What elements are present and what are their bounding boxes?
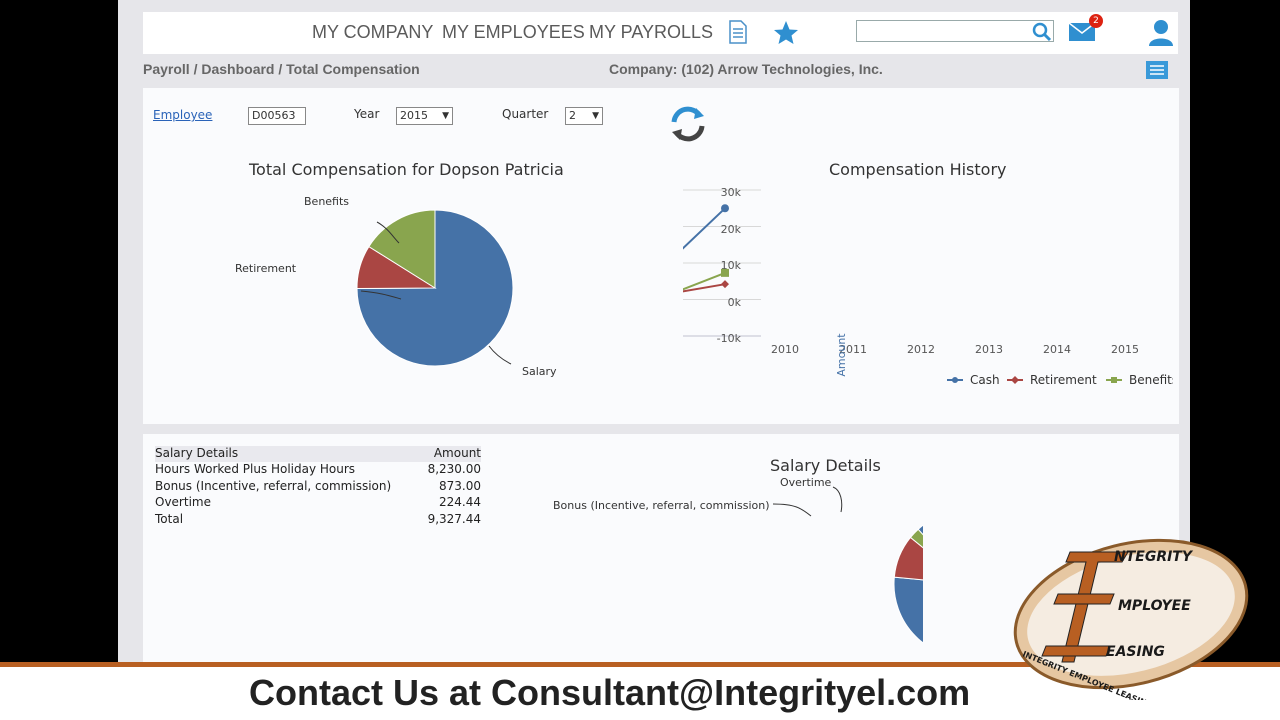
breadcrumb: Payroll / Dashboard / Total Compensation bbox=[143, 61, 420, 77]
table-cell-label: Bonus (Incentive, referral, commission) bbox=[155, 478, 392, 493]
x-tick-label: 2014 bbox=[1043, 343, 1071, 356]
table-header-row: Salary Details Amount bbox=[155, 446, 481, 463]
pie1-label-retirement: Retirement bbox=[235, 262, 297, 275]
year-select-value: 2015 bbox=[400, 109, 428, 122]
legend-cash-label: Cash bbox=[970, 373, 1000, 387]
pie2-label-overtime: Overtime bbox=[780, 476, 832, 489]
logo-line-2: MPLOYEE bbox=[1118, 598, 1191, 614]
table-row: Bonus (Incentive, referral, commission) … bbox=[155, 479, 481, 495]
top-navigation: MY COMPANY MY EMPLOYEES MY PAYROLLS 2 bbox=[143, 12, 1178, 54]
employee-id-value: D00563 bbox=[252, 109, 296, 122]
quarter-select-value: 2 bbox=[569, 109, 576, 122]
search-input[interactable] bbox=[856, 20, 1054, 42]
mail-badge: 2 bbox=[1089, 14, 1103, 28]
x-tick-label: 2015 bbox=[1111, 343, 1139, 356]
logo-line-3: EASING bbox=[1106, 644, 1165, 660]
table-cell-amount: 8,230.00 bbox=[427, 462, 481, 477]
history-legend: Cash Retirement Benefits bbox=[947, 373, 1173, 387]
table-cell-label: Hours Worked Plus Holiday Hours bbox=[155, 462, 356, 477]
search-icon[interactable] bbox=[1032, 22, 1052, 42]
y-tick-label: 0k bbox=[728, 296, 742, 309]
nav-my-payrolls[interactable]: MY PAYROLLS bbox=[589, 22, 713, 43]
pie1-label-benefits: Benefits bbox=[304, 195, 349, 208]
data-point-retirement[interactable] bbox=[721, 280, 729, 289]
table-row: Hours Worked Plus Holiday Hours 8,230.00 bbox=[155, 462, 481, 478]
table-cell-label: Overtime bbox=[155, 495, 211, 510]
pie2-label-bonus: Bonus (Incentive, referral, commission) bbox=[553, 499, 770, 512]
company-logo: NTEGRITY MPLOYEE EASING INTEGRITY EMPLOY… bbox=[1013, 538, 1249, 700]
pie1-title: Total Compensation for Dopson Patricia bbox=[249, 160, 564, 179]
table-cell-amount: 873.00 bbox=[439, 478, 481, 493]
nav-my-company[interactable]: MY COMPANY bbox=[312, 22, 433, 43]
chevron-down-icon: ▼ bbox=[592, 111, 599, 121]
table-header-details: Salary Details bbox=[155, 446, 239, 460]
employee-id-field[interactable]: D00563 bbox=[248, 107, 306, 125]
nav-my-employees[interactable]: MY EMPLOYEES bbox=[442, 22, 585, 43]
contact-text: Contact Us at Consultant@Integrityel.com bbox=[249, 672, 971, 713]
y-tick-label: -10k bbox=[717, 332, 742, 345]
table-cell-amount: 9,327.44 bbox=[427, 511, 481, 526]
breadcrumb-bar: Payroll / Dashboard / Total Compensation… bbox=[143, 58, 1178, 82]
legend-benefits-label: Benefits bbox=[1129, 373, 1173, 387]
table-row: Overtime 224.44 bbox=[155, 495, 481, 511]
total-compensation-panel: Employee D00563 Year 2015 ▼ Quarter 2 ▼ … bbox=[143, 88, 1179, 424]
document-icon[interactable] bbox=[728, 20, 748, 44]
legend-retirement-label: Retirement bbox=[1030, 373, 1097, 387]
quarter-select[interactable]: 2 ▼ bbox=[565, 107, 603, 125]
salary-details-table: Salary Details Amount Hours Worked Plus … bbox=[155, 446, 481, 528]
compensation-history-chart: 30k 20k 10k 0k -10k 2010 2011 2012 2013 … bbox=[683, 186, 1173, 387]
y-tick-label: 20k bbox=[721, 223, 742, 236]
star-icon[interactable] bbox=[773, 20, 799, 46]
salary-details-pie-chart: Overtime Bonus (Incentive, referral, com… bbox=[553, 476, 923, 644]
data-point-benefits[interactable] bbox=[721, 268, 729, 277]
refresh-icon[interactable] bbox=[668, 104, 708, 144]
table-header-amount: Amount bbox=[433, 446, 481, 460]
table-cell-amount: 224.44 bbox=[439, 495, 481, 510]
x-tick-label: 2012 bbox=[907, 343, 935, 356]
logo-line-1: NTEGRITY bbox=[1114, 549, 1194, 565]
quarter-label: Quarter bbox=[502, 107, 549, 121]
year-label: Year bbox=[354, 107, 380, 121]
legend-benefits-marker bbox=[1111, 377, 1117, 383]
company-label: Company: (102) Arrow Technologies, Inc. bbox=[609, 61, 883, 77]
table-cell-label: Total bbox=[155, 511, 184, 526]
year-select[interactable]: 2015 ▼ bbox=[396, 107, 453, 125]
chevron-down-icon: ▼ bbox=[442, 111, 449, 121]
employee-link[interactable]: Employee bbox=[153, 108, 212, 122]
menu-list-icon[interactable] bbox=[1146, 60, 1168, 80]
compensation-pie-chart: Benefits Retirement Salary bbox=[235, 195, 557, 378]
legend-retirement-marker bbox=[1011, 376, 1019, 384]
history-y-axis-label: Amount bbox=[835, 333, 848, 377]
legend-cash-marker bbox=[952, 377, 958, 383]
table-row: Total 9,327.44 bbox=[155, 512, 481, 528]
x-tick-label: 2013 bbox=[975, 343, 1003, 356]
user-icon[interactable] bbox=[1148, 19, 1174, 47]
history-title: Compensation History bbox=[829, 160, 1007, 179]
y-tick-label: 30k bbox=[721, 186, 742, 199]
data-point-cash[interactable] bbox=[721, 204, 729, 213]
pie1-label-salary: Salary bbox=[522, 365, 557, 378]
x-tick-label: 2010 bbox=[771, 343, 799, 356]
